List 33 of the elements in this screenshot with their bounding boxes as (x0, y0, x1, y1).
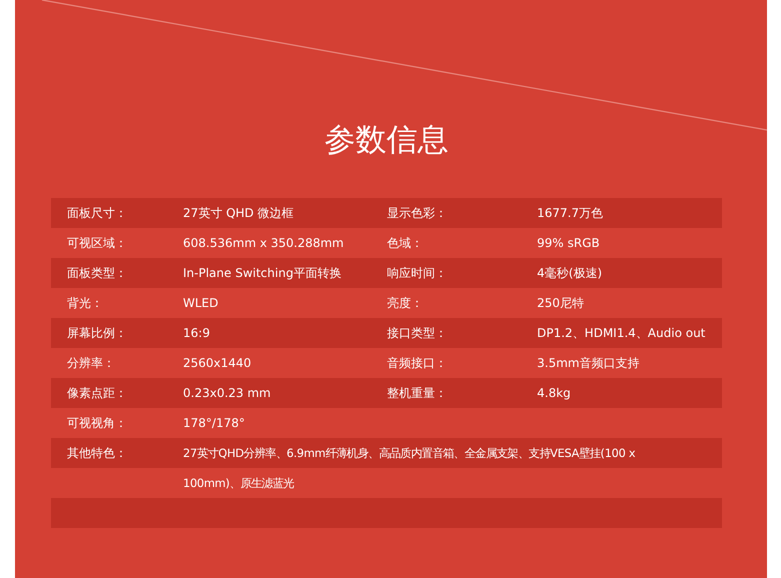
spec-label: 背光： (66, 294, 104, 312)
spec-label: 其他特色： (66, 445, 128, 462)
spec-value: DP1.2、HDMI1.4、Audio out (537, 324, 706, 342)
spec-value: In-Plane Switching平面转换 (183, 264, 342, 282)
spec-value: 27英寸QHD分辨率、6.9mm纤薄机身、高品质内置音箱、全金属支架、支持VESA壁挂(100 x 100mm)、原生滤蓝光 (183, 445, 636, 492)
spec-label: 面板类型： (66, 264, 128, 282)
spec-value: 99% sRGB (537, 236, 601, 250)
spec-value: 16:9 (183, 326, 211, 340)
spec-value: 178°/178° (183, 416, 246, 430)
spec-label: 接口类型： (387, 324, 448, 342)
spec-value: 2560x1440 (183, 356, 252, 370)
spec-value: 3.5mm音频口支持 (537, 354, 640, 372)
spec-value: 4.8kg (537, 386, 572, 400)
spec-label: 音频接口： (387, 354, 448, 372)
spec-value: 250尼特 (537, 294, 585, 312)
spec-label: 屏幕比例： (66, 324, 128, 342)
spec-label: 面板尺寸： (66, 204, 128, 222)
spec-label: 色域： (387, 234, 424, 252)
spec-label: 响应时间： (387, 264, 448, 282)
spec-label: 像素点距： (66, 384, 128, 402)
spec-value: 1677.7万色 (537, 204, 604, 222)
spec-value: WLED (183, 296, 220, 310)
spec-label: 分辨率： (66, 354, 116, 372)
spec-label: 显示色彩： (387, 204, 448, 222)
spec-value: 27英寸 QHD 微边框 (183, 204, 295, 222)
spec-label: 可视视角： (66, 414, 128, 432)
spec-label: 可视区域： (66, 234, 128, 252)
spec-value: 0.23x0.23 mm (183, 386, 272, 400)
section-title: 参数信息 (324, 121, 450, 160)
spec-label: 整机重量： (387, 384, 448, 402)
spec-value: 608.536mm x 350.288mm (183, 236, 345, 250)
spec-value: 4毫秒(极速) (537, 264, 603, 282)
spec-label: 亮度： (387, 294, 424, 312)
